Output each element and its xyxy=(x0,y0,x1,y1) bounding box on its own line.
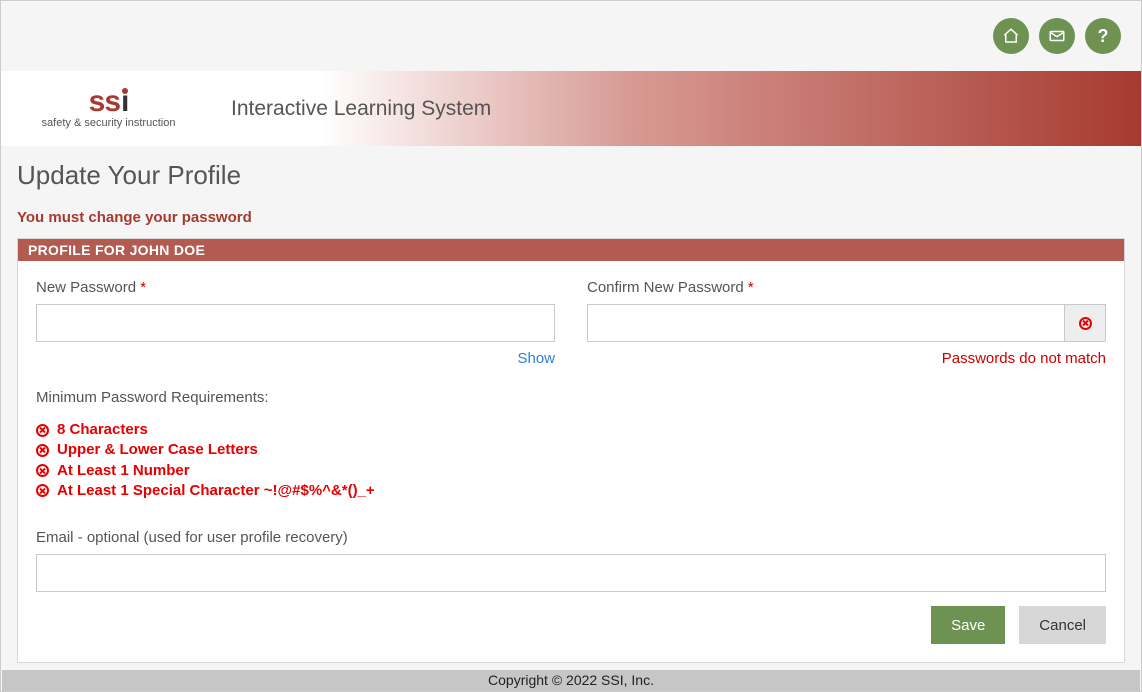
home-icon xyxy=(1002,27,1020,45)
save-button[interactable]: Save xyxy=(931,606,1005,644)
confirm-password-status xyxy=(1064,304,1106,342)
invalid-icon xyxy=(36,464,49,477)
requirement-item: Upper & Lower Case Letters xyxy=(36,440,1106,460)
footer: Copyright © 2022 SSI, Inc. xyxy=(2,670,1140,691)
invalid-icon xyxy=(36,444,49,457)
page-title: Update Your Profile xyxy=(17,160,1125,191)
invalid-icon xyxy=(1079,317,1092,330)
requirement-item: At Least 1 Number xyxy=(36,461,1106,481)
topbar: ? xyxy=(1,1,1141,71)
new-password-input[interactable] xyxy=(36,304,555,342)
panel-body: New Password * Show Confirm New Password… xyxy=(18,261,1124,662)
requirement-text: At Least 1 Number xyxy=(57,461,190,481)
confirm-password-label-text: Confirm New Password xyxy=(587,279,744,296)
requirement-text: 8 Characters xyxy=(57,420,148,440)
mail-icon xyxy=(1048,27,1066,45)
panel-header: PROFILE FOR JOHN DOE xyxy=(18,239,1124,261)
no-match-message: Passwords do not match xyxy=(587,350,1106,367)
email-input[interactable] xyxy=(36,554,1106,592)
banner-title: Interactive Learning System xyxy=(231,97,491,121)
requirements-title: Minimum Password Requirements: xyxy=(36,389,1106,406)
confirm-password-group xyxy=(587,304,1106,342)
confirm-password-input[interactable] xyxy=(587,304,1064,342)
logo: ssı safety & security instruction xyxy=(6,71,211,146)
password-change-alert: You must change your password xyxy=(17,209,1125,226)
required-asterisk: * xyxy=(748,279,754,296)
requirement-text: Upper & Lower Case Letters xyxy=(57,440,258,460)
requirement-text: At Least 1 Special Character ~!@#$%^&*()… xyxy=(57,481,375,501)
password-row: New Password * Show Confirm New Password… xyxy=(36,279,1106,367)
cancel-button[interactable]: Cancel xyxy=(1019,606,1106,644)
help-icon: ? xyxy=(1098,26,1109,47)
invalid-icon xyxy=(36,484,49,497)
help-button[interactable]: ? xyxy=(1085,18,1121,54)
home-button[interactable] xyxy=(993,18,1029,54)
requirement-item: 8 Characters xyxy=(36,420,1106,440)
content: Update Your Profile You must change your… xyxy=(1,146,1141,663)
requirement-item: At Least 1 Special Character ~!@#$%^&*()… xyxy=(36,481,1106,501)
actions: Save Cancel xyxy=(36,606,1106,644)
email-label: Email - optional (used for user profile … xyxy=(36,529,1106,546)
required-asterisk: * xyxy=(140,279,146,296)
invalid-icon xyxy=(36,424,49,437)
logo-tagline: safety & security instruction xyxy=(42,117,176,129)
requirements-list: 8 Characters Upper & Lower Case Letters … xyxy=(36,420,1106,501)
new-password-col: New Password * Show xyxy=(36,279,555,367)
confirm-password-label: Confirm New Password * xyxy=(587,279,1106,296)
profile-panel: PROFILE FOR JOHN DOE New Password * Show… xyxy=(17,238,1125,663)
show-password-link[interactable]: Show xyxy=(36,350,555,367)
banner: ssı safety & security instruction Intera… xyxy=(1,71,1141,146)
mail-button[interactable] xyxy=(1039,18,1075,54)
logo-wordmark: ssı xyxy=(89,88,129,115)
new-password-label: New Password * xyxy=(36,279,555,296)
new-password-label-text: New Password xyxy=(36,279,136,296)
confirm-password-col: Confirm New Password * Passwords do not … xyxy=(587,279,1106,367)
